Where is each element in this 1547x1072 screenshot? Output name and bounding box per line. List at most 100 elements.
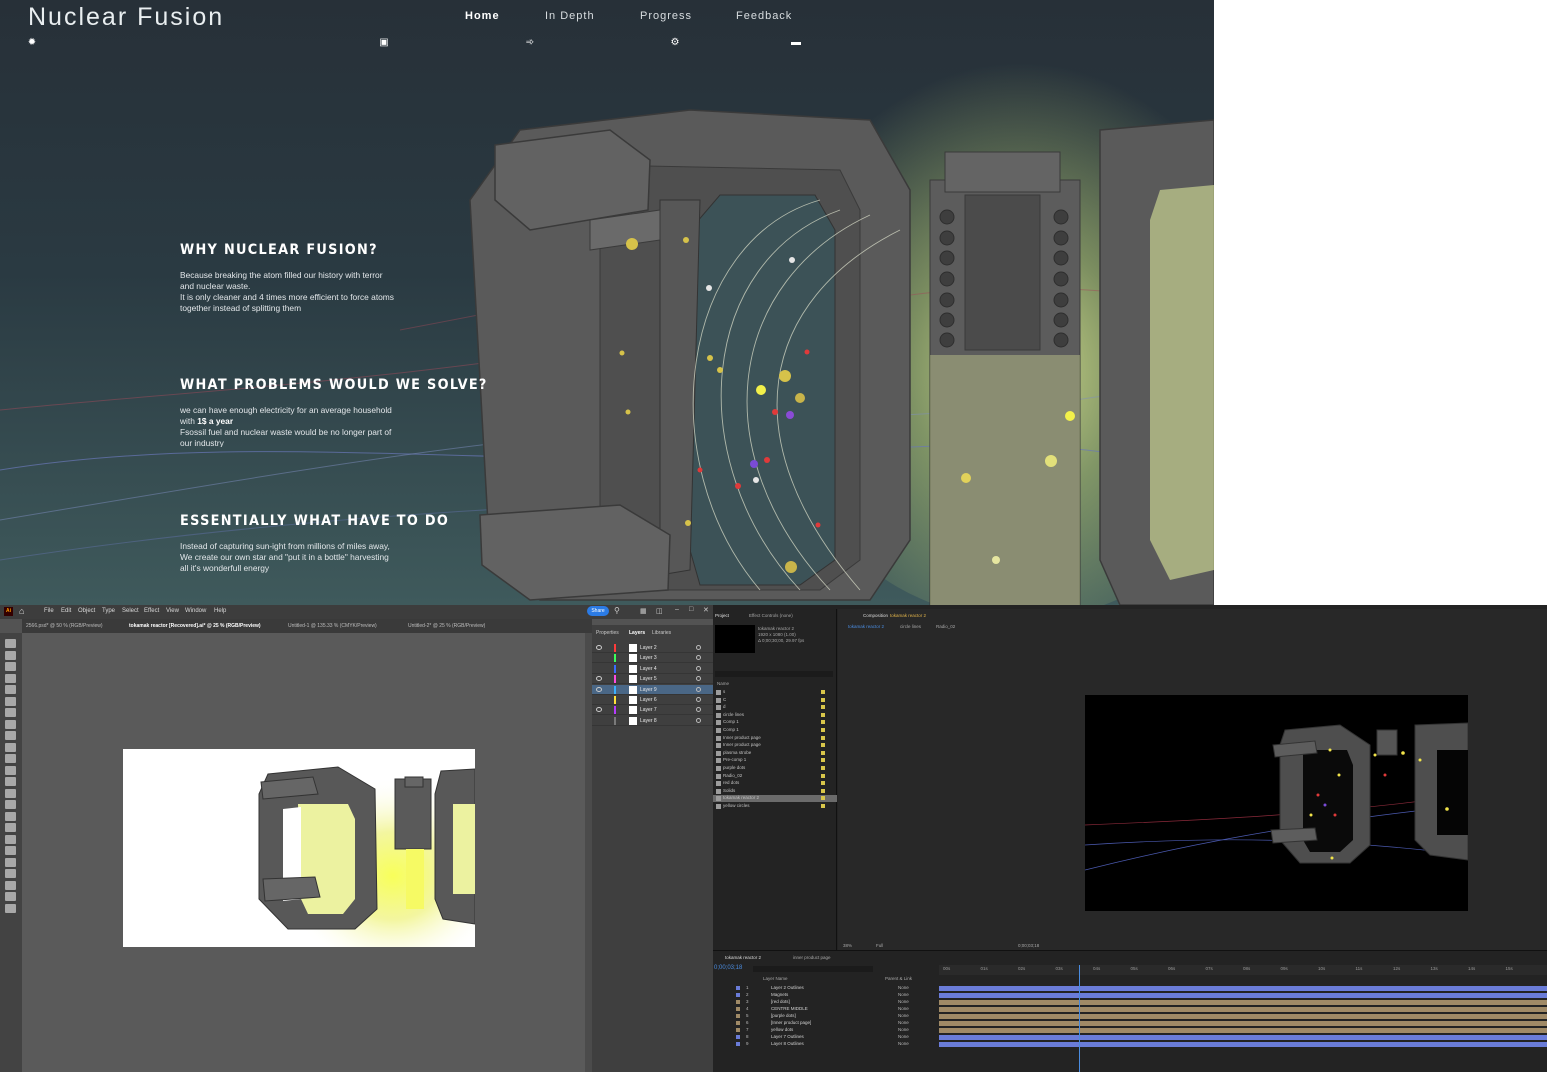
layer-parent[interactable]: None (898, 1006, 909, 1011)
layer-name-header[interactable]: Layer Name (763, 976, 788, 981)
layer-name[interactable]: [Inner product page] (771, 1020, 811, 1025)
label-color-swatch[interactable] (821, 804, 825, 808)
layer-row[interactable]: Layer 4 (592, 664, 713, 674)
tool-button[interactable] (5, 869, 16, 878)
visibility-eye-icon[interactable] (596, 707, 602, 713)
close-icon[interactable]: ✕ (703, 606, 709, 614)
menu-effect[interactable]: Effect (144, 608, 159, 614)
current-timecode[interactable]: 0;00;03;18 (714, 965, 742, 971)
effect-controls-tab[interactable]: Effect Controls (none) (749, 613, 793, 618)
nav-in-depth[interactable]: In Depth (545, 10, 595, 22)
viewer-resolution[interactable]: Full (876, 943, 883, 948)
layer-duration-bar[interactable] (939, 1041, 1547, 1047)
minimize-icon[interactable]: – (675, 606, 679, 613)
layer-target-icon[interactable] (696, 707, 701, 713)
layer-label-swatch[interactable] (736, 993, 740, 997)
layer-target-icon[interactable] (696, 697, 701, 702)
layer-parent[interactable]: None (898, 1020, 909, 1025)
panel-tab-properties[interactable]: Properties (596, 630, 619, 636)
layer-duration-bar[interactable] (939, 999, 1547, 1005)
layer-duration-bar[interactable] (939, 1013, 1547, 1019)
doc-tab-untitled-1[interactable]: Untitled-1 @ 135.33 % (CMYK/Preview) (288, 623, 377, 629)
tool-button[interactable] (5, 857, 16, 867)
layer-row[interactable]: Layer 2 (592, 643, 713, 653)
comp-breadcrumb-3[interactable]: Radio_02 (936, 624, 955, 629)
menu-type[interactable]: Type (102, 608, 115, 614)
share-button[interactable]: Share (587, 606, 609, 616)
project-item[interactable]: Inner product page (713, 742, 837, 749)
label-color-swatch[interactable] (821, 773, 825, 778)
layer-row[interactable]: Layer 3 (592, 653, 713, 664)
visibility-eye-icon[interactable] (596, 676, 602, 682)
timeline-layer-row[interactable]: 9 Layer 8 Outlines None (713, 1041, 1547, 1048)
project-item[interactable]: circle lines (713, 712, 837, 719)
label-color-swatch[interactable] (821, 788, 825, 793)
project-item[interactable]: s (713, 689, 837, 696)
layer-parent[interactable]: None (898, 1034, 909, 1039)
project-item[interactable]: tokamak reactor 2 (713, 795, 837, 803)
toggle-icon[interactable]: ▬ (790, 38, 802, 48)
tool-button[interactable] (5, 685, 16, 694)
layer-label-swatch[interactable] (736, 1000, 740, 1004)
layer-row[interactable]: Layer 5 (592, 674, 713, 685)
label-color-swatch[interactable] (821, 705, 825, 710)
tool-button[interactable] (5, 800, 16, 809)
project-item[interactable]: Radio_02 (713, 773, 837, 780)
timeline-layer-row[interactable]: 4 CENTRE MIDDLE None (713, 1006, 1547, 1013)
label-color-swatch[interactable] (821, 720, 825, 725)
menu-file[interactable]: File (44, 608, 54, 614)
doc-tab-untitled-2[interactable]: Untitled-2* @ 25 % (RGB/Preview) (408, 623, 485, 629)
layer-name[interactable]: Layer 9 (640, 687, 657, 693)
canvas-scrollbar[interactable] (585, 633, 592, 1072)
tool-button[interactable] (5, 788, 16, 798)
layer-row[interactable]: Layer 8 (592, 716, 713, 726)
tool-button[interactable] (5, 765, 16, 775)
tool-button[interactable] (5, 880, 16, 890)
workspace-icon[interactable]: ◫ (656, 607, 663, 615)
layer-duration-bar[interactable] (939, 1027, 1547, 1033)
visibility-eye-icon[interactable] (596, 645, 602, 650)
layer-name[interactable]: CENTRE MIDDLE (771, 1006, 808, 1011)
layer-parent[interactable]: None (898, 1013, 909, 1018)
label-color-swatch[interactable] (821, 697, 825, 702)
layer-duration-bar[interactable] (939, 1006, 1547, 1012)
label-color-swatch[interactable] (821, 766, 825, 770)
panel-tab-libraries[interactable]: Libraries (652, 630, 671, 636)
tool-button[interactable] (5, 650, 16, 660)
timeline-tab-2[interactable]: inner product page (793, 955, 831, 960)
tool-button[interactable] (5, 719, 16, 729)
layer-label-swatch[interactable] (736, 1014, 740, 1018)
project-item[interactable]: Solids (713, 788, 837, 795)
layer-parent[interactable]: None (898, 999, 909, 1004)
composition-panel-name[interactable]: tokamak reactor 2 (890, 613, 926, 618)
tool-button[interactable] (5, 708, 16, 717)
project-item[interactable]: Comp 1 (713, 727, 837, 734)
layer-name[interactable]: Layer 8 (640, 718, 657, 724)
layer-label-swatch[interactable] (736, 1007, 740, 1011)
menu-help[interactable]: Help (214, 608, 226, 614)
playhead[interactable] (1078, 965, 1080, 1072)
viewer-zoom[interactable]: 38% (843, 943, 852, 948)
tool-button[interactable] (5, 742, 16, 752)
nav-feedback[interactable]: Feedback (736, 10, 792, 22)
layer-label-swatch[interactable] (736, 1035, 740, 1039)
panel-tab-layers[interactable]: Layers (629, 630, 645, 636)
gears-icon[interactable]: ⚙ (669, 38, 681, 48)
layer-name[interactable]: Layer 5 (640, 676, 657, 682)
tool-button[interactable] (5, 846, 16, 855)
site-logo[interactable]: Nuclear Fusion (28, 3, 224, 32)
label-color-swatch[interactable] (821, 781, 825, 786)
atom-icon[interactable]: ✹ (26, 38, 38, 48)
layer-target-icon[interactable] (696, 686, 701, 692)
layer-label-swatch[interactable] (736, 1021, 740, 1025)
menu-object[interactable]: Object (78, 608, 95, 614)
project-item[interactable]: Comp 1 (713, 719, 837, 726)
project-search-input[interactable] (715, 671, 833, 677)
timeline-layer-row[interactable]: 3 [red dots] None (713, 999, 1547, 1006)
tool-button[interactable] (5, 834, 16, 844)
layer-name[interactable]: Layer 4 (640, 666, 657, 672)
layer-label-swatch[interactable] (736, 1028, 740, 1032)
layer-target-icon[interactable] (696, 645, 701, 650)
chart-icon[interactable]: ➾ (524, 38, 536, 48)
timeline-tab-1[interactable]: tokamak reactor 2 (725, 955, 761, 960)
